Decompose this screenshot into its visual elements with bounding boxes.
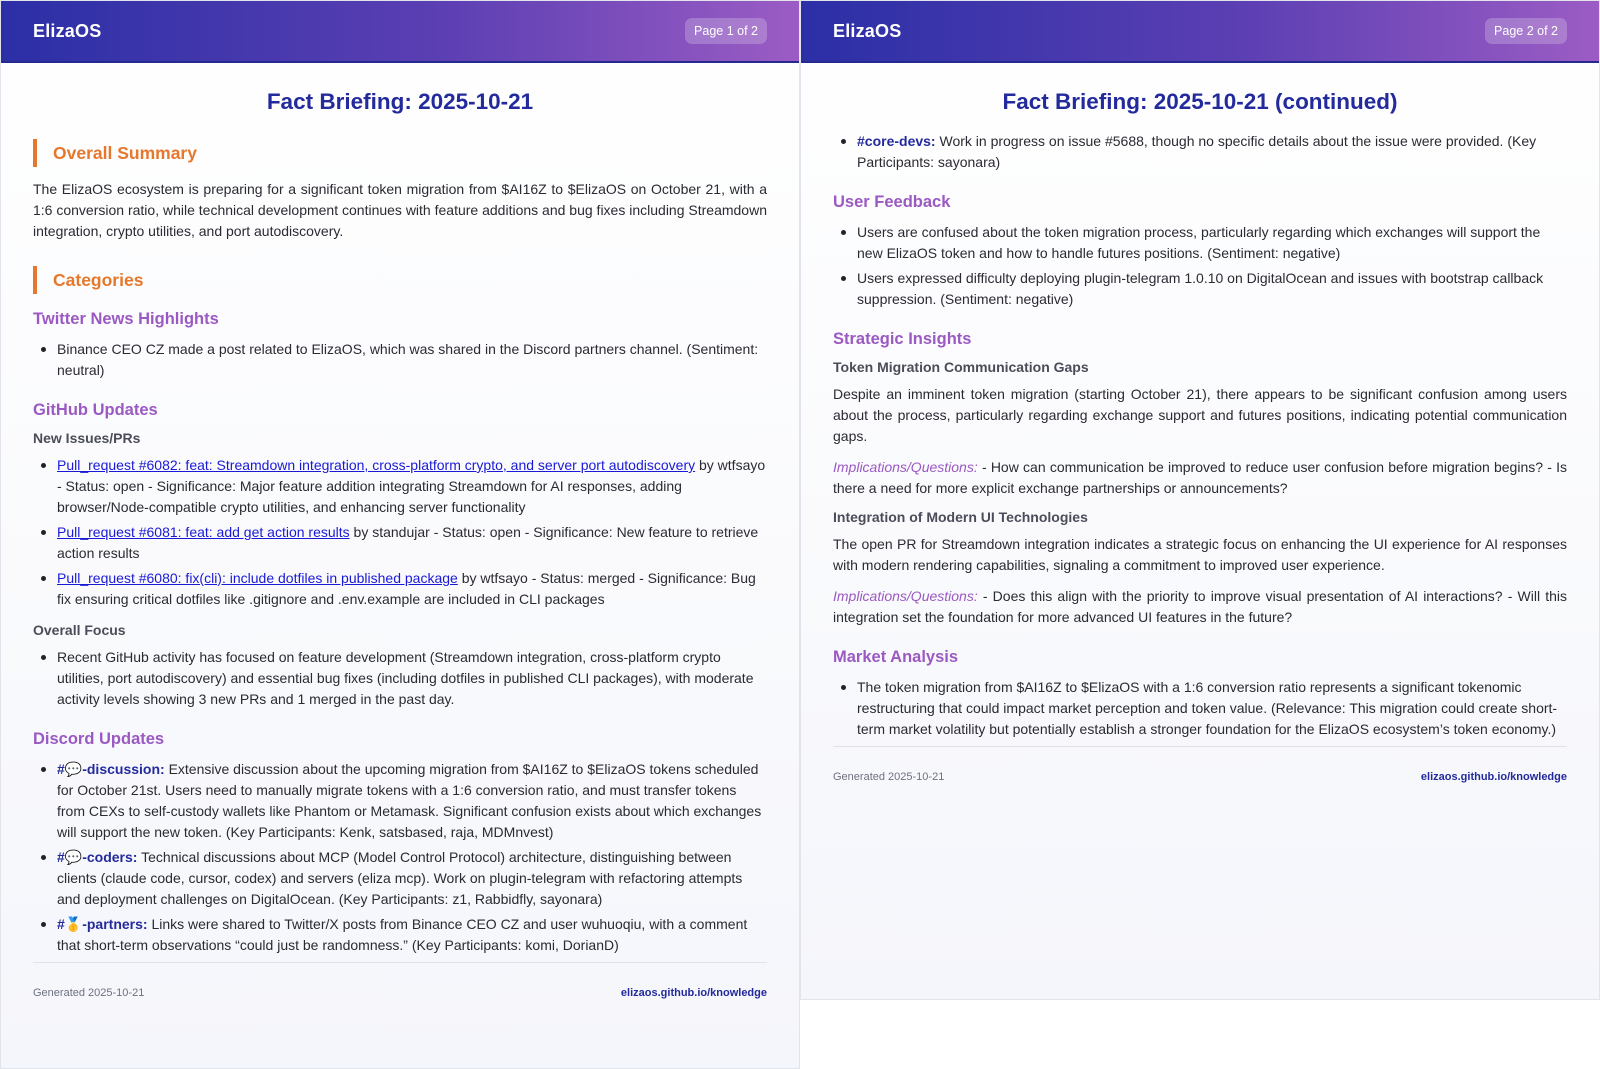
page-title: Fact Briefing: 2025-10-21 (266, 89, 534, 114)
subheading-user-feedback: User Feedback (833, 193, 951, 211)
list-item: The token migration from $AI16Z to $Eliz… (841, 677, 1567, 740)
page-badge: Page 2 of 2 (1485, 18, 1567, 44)
discord-list: #💬-discussion: Extensive discussion abou… (33, 759, 767, 956)
subheading-market-analysis: Market Analysis (833, 648, 959, 666)
insight-implications: Implications/Questions: - How can commun… (833, 457, 1567, 499)
pr-list: Pull_request #6082: feat: Streamdown int… (33, 455, 767, 610)
page-header: ElizaOS Page 1 of 2 (1, 1, 799, 63)
page-content: Fact Briefing: 2025-10-21 (continued) #c… (801, 63, 1599, 740)
list-item: Binance CEO CZ made a post related to El… (41, 339, 767, 381)
page-1: ElizaOS Page 1 of 2 Fact Briefing: 2025-… (0, 0, 800, 1069)
insight-heading: Token Migration Communication Gaps (833, 359, 1089, 375)
channel-name: #💬-coders: (57, 849, 138, 865)
insight-heading: Integration of Modern UI Technologies (833, 509, 1088, 525)
subheading-discord: Discord Updates (33, 730, 165, 748)
generated-date: Generated 2025-10-21 (833, 771, 945, 783)
list-item: #💬-coders: Technical discussions about M… (41, 847, 767, 910)
generated-date: Generated 2025-10-21 (33, 987, 145, 999)
brand-logo: ElizaOS (33, 20, 102, 41)
implications-label: Implications/Questions: (833, 459, 978, 475)
site-link[interactable]: elizaos.github.io/knowledge (1421, 771, 1567, 783)
page-title: Fact Briefing: 2025-10-21 (continued) (1002, 89, 1398, 114)
list-item: Pull_request #6081: feat: add get action… (41, 522, 767, 564)
subheading-strategic-insights: Strategic Insights (833, 330, 972, 348)
implications-label: Implications/Questions: (833, 588, 978, 604)
list-item: Pull_request #6080: fix(cli): include do… (41, 568, 767, 610)
channel-summary: Links were shared to Twitter/X posts fro… (57, 916, 748, 953)
list-item: #core-devs: Work in progress on issue #5… (841, 131, 1567, 173)
list-item: Pull_request #6082: feat: Streamdown int… (41, 455, 767, 518)
channel-name: #🥇-partners: (57, 916, 148, 932)
overall-summary-text: The ElizaOS ecosystem is preparing for a… (33, 181, 767, 239)
insight-implications: Implications/Questions: - Does this alig… (833, 586, 1567, 628)
subheading-twitter: Twitter News Highlights (33, 310, 219, 328)
minor-heading-new-issues: New Issues/PRs (33, 430, 141, 446)
channel-summary: Technical discussions about MCP (Model C… (57, 849, 743, 907)
insight-body: The open PR for Streamdown integration i… (833, 536, 1567, 573)
list-item: Users expressed difficulty deploying plu… (841, 268, 1567, 310)
channel-name: #core-devs: (857, 133, 936, 149)
minor-heading-overall-focus: Overall Focus (33, 622, 126, 638)
insight-body: Despite an imminent token migration (sta… (833, 386, 1567, 444)
channel-summary: Work in progress on issue #5688, though … (857, 133, 1537, 170)
section-heading-overall-summary: Overall Summary (33, 139, 767, 167)
pr-link[interactable]: Pull_request #6081: feat: add get action… (57, 524, 350, 540)
page-badge: Page 1 of 2 (685, 18, 767, 44)
market-list: The token migration from $AI16Z to $Eliz… (833, 677, 1567, 740)
section-heading-categories: Categories (33, 266, 767, 294)
overall-focus-list: Recent GitHub activity has focused on fe… (33, 647, 767, 710)
channel-name: #💬-discussion: (57, 761, 165, 777)
page-content: Fact Briefing: 2025-10-21 Overall Summar… (1, 63, 799, 956)
pr-link[interactable]: Pull_request #6082: feat: Streamdown int… (57, 457, 695, 473)
twitter-list: Binance CEO CZ made a post related to El… (33, 339, 767, 381)
core-devs-list: #core-devs: Work in progress on issue #5… (833, 131, 1567, 173)
list-item: Recent GitHub activity has focused on fe… (41, 647, 767, 710)
user-feedback-list: Users are confused about the token migra… (833, 222, 1567, 310)
page-footer: Generated 2025-10-21 elizaos.github.io/k… (33, 962, 767, 999)
brand-logo: ElizaOS (833, 20, 902, 41)
page-2: ElizaOS Page 2 of 2 Fact Briefing: 2025-… (800, 0, 1600, 1000)
list-item: #🥇-partners: Links were shared to Twitte… (41, 914, 767, 956)
site-link[interactable]: elizaos.github.io/knowledge (621, 987, 767, 999)
page-footer: Generated 2025-10-21 elizaos.github.io/k… (833, 746, 1567, 783)
page-header: ElizaOS Page 2 of 2 (801, 1, 1599, 63)
list-item: Users are confused about the token migra… (841, 222, 1567, 264)
pr-link[interactable]: Pull_request #6080: fix(cli): include do… (57, 570, 458, 586)
subheading-github: GitHub Updates (33, 401, 158, 419)
list-item: #💬-discussion: Extensive discussion abou… (41, 759, 767, 843)
